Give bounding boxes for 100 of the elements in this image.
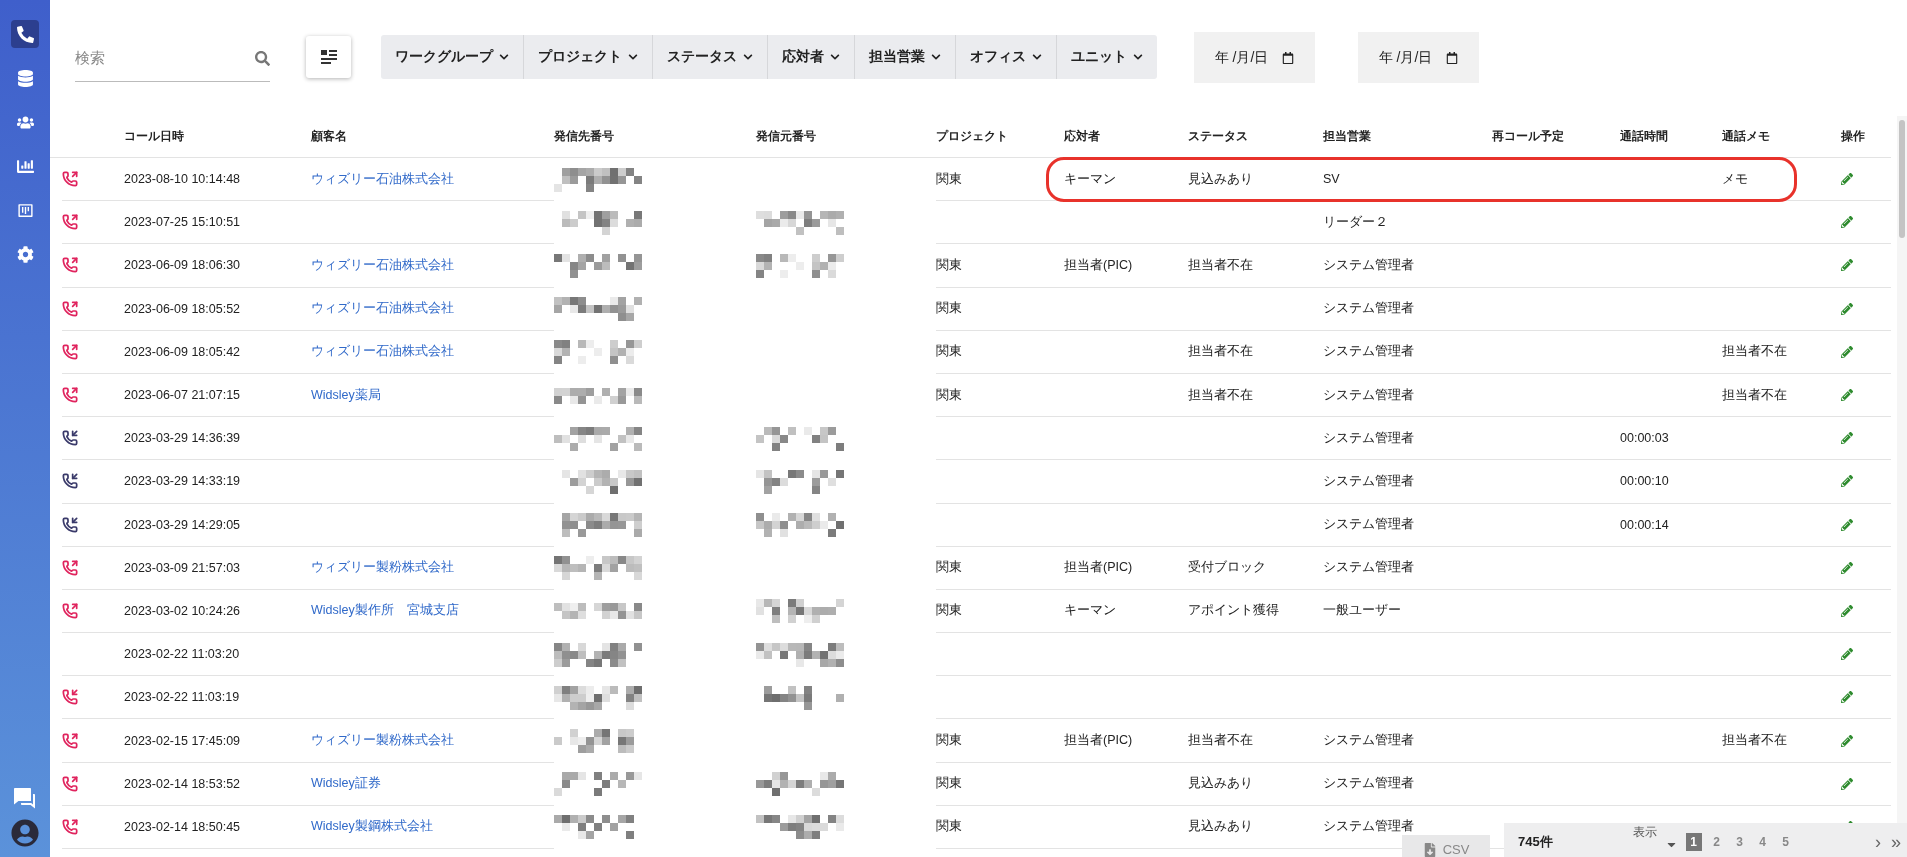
edit-button[interactable] — [1841, 648, 1853, 661]
cell-text: 関東 — [936, 818, 962, 836]
column-header: 応対者 — [1064, 129, 1101, 144]
chevron-down-icon — [628, 52, 638, 62]
calendar-icon — [1282, 51, 1295, 64]
help-chat-icon[interactable] — [13, 785, 37, 809]
cell-text: キーマン — [1064, 602, 1116, 620]
filter-dropdown[interactable]: ステータス — [653, 35, 768, 79]
cell-text: 2023-02-14 18:50:45 — [124, 819, 241, 834]
cell-text: 2023-07-25 15:10:51 — [124, 215, 241, 230]
edit-button[interactable] — [1841, 777, 1853, 790]
edit-button[interactable] — [1841, 216, 1853, 229]
customer-link[interactable]: ウィズリー製粉株式会社 — [311, 559, 454, 577]
edit-button[interactable] — [1841, 475, 1853, 488]
cell-text: 00:00:14 — [1620, 517, 1669, 532]
page-button[interactable]: 1 — [1685, 833, 1702, 851]
last-page-button[interactable]: » — [1891, 833, 1901, 851]
chevron-down-icon — [743, 52, 753, 62]
pencil-icon — [1841, 389, 1853, 402]
cell-text: 担当者不在 — [1188, 732, 1253, 750]
cell-text: 2023-06-07 21:07:15 — [124, 388, 241, 403]
column-header: 担当営業 — [1323, 129, 1372, 144]
cell-text: 2023-02-15 17:45:09 — [124, 733, 241, 748]
total-count: 745件 — [1518, 833, 1553, 851]
filter-dropdown[interactable]: プロジェクト — [524, 35, 653, 79]
next-page-button[interactable]: › — [1875, 833, 1881, 851]
customer-link[interactable]: Widsley製作所 宮城支店 — [311, 602, 459, 620]
edit-button[interactable] — [1841, 604, 1853, 617]
phone-icon — [16, 25, 34, 43]
nav-button[interactable] — [11, 20, 39, 48]
customer-link[interactable]: Widsley証券 — [311, 775, 381, 793]
cell-text: 2023-03-02 10:24:26 — [124, 603, 241, 618]
cell-text: 2023-06-09 18:06:30 — [124, 258, 241, 273]
pencil-icon — [1841, 345, 1853, 358]
edit-button[interactable] — [1841, 302, 1853, 315]
customer-link[interactable]: ウィズリー石油株式会社 — [311, 300, 454, 318]
search-field[interactable]: 検索 — [75, 36, 270, 82]
pencil-icon — [1841, 432, 1853, 445]
edit-button[interactable] — [1841, 518, 1853, 531]
column-header: 発信先番号 — [554, 129, 615, 144]
settings-icon — [16, 245, 34, 263]
filter-dropdown[interactable]: ユニット — [1057, 35, 1157, 79]
filter-dropdown[interactable]: ワークグループ — [381, 35, 524, 79]
board-icon — [16, 201, 34, 219]
edit-button[interactable] — [1841, 734, 1853, 747]
page-button[interactable]: 5 — [1777, 833, 1794, 851]
cell-text: 2023-08-10 10:14:48 — [124, 172, 241, 187]
page-button[interactable]: 3 — [1731, 833, 1748, 851]
chevron-down-icon — [499, 52, 509, 62]
pencil-icon — [1841, 561, 1853, 574]
pencil-icon — [1841, 604, 1853, 617]
filter-dropdown[interactable]: オフィス — [956, 35, 1057, 79]
date-placeholder: 年 /月/日 — [1214, 48, 1269, 67]
edit-button[interactable] — [1841, 345, 1853, 358]
cell-text: システム管理者 — [1323, 472, 1414, 490]
cell-text: 担当者不在 — [1722, 732, 1787, 750]
customer-link[interactable]: ウィズリー製粉株式会社 — [311, 732, 454, 750]
pencil-icon — [1841, 259, 1853, 272]
column-header: 再コール予定 — [1492, 129, 1565, 144]
cell-text: 担当者(PIC) — [1064, 732, 1133, 750]
column-header: 顧客名 — [311, 129, 348, 144]
cell-text: システム管理者 — [1323, 300, 1414, 318]
scrollbar[interactable] — [1897, 116, 1907, 823]
edit-button[interactable] — [1841, 691, 1853, 704]
customer-link[interactable]: Widsley薬局 — [311, 386, 381, 404]
list-view-button[interactable] — [306, 36, 351, 78]
edit-button[interactable] — [1841, 432, 1853, 445]
customer-link[interactable]: ウィズリー石油株式会社 — [311, 170, 454, 188]
pencil-icon — [1841, 518, 1853, 531]
page-button[interactable]: 4 — [1754, 833, 1771, 851]
date-field[interactable]: 年 /月/日 — [1358, 32, 1479, 83]
date-field[interactable]: 年 /月/日 — [1194, 32, 1315, 83]
edit-button[interactable] — [1841, 561, 1853, 574]
cell-text: 見込みあり — [1188, 170, 1253, 188]
edit-button[interactable] — [1841, 173, 1853, 186]
cell-text: システム管理者 — [1323, 343, 1414, 361]
customer-link[interactable]: Widsley製鋼株式会社 — [311, 818, 433, 836]
per-page-label: 表示 — [1632, 825, 1657, 840]
cell-text: 2023-02-14 18:53:52 — [124, 776, 241, 791]
edit-button[interactable] — [1841, 389, 1853, 402]
cell-text: 見込みあり — [1188, 775, 1253, 793]
column-header: 通話時間 — [1620, 129, 1669, 144]
filter-dropdown[interactable]: 担当営業 — [855, 35, 956, 79]
cell-text: システム管理者 — [1323, 256, 1414, 274]
cell-text: 担当者不在 — [1188, 386, 1253, 404]
customer-link[interactable]: ウィズリー石油株式会社 — [311, 256, 454, 274]
column-header: ステータス — [1188, 129, 1249, 144]
cell-text: 2023-06-09 18:05:52 — [124, 301, 241, 316]
cell-text: システム管理者 — [1323, 732, 1414, 750]
cell-text: 関東 — [936, 256, 962, 274]
csv-button[interactable]: CSV — [1402, 835, 1490, 857]
account-icon[interactable] — [11, 819, 39, 847]
cell-text: 2023-02-22 11:03:20 — [124, 647, 240, 662]
cell-text: 受付ブロック — [1188, 559, 1266, 577]
filter-dropdown[interactable]: 応対者 — [768, 35, 855, 79]
cell-text: 2023-03-29 14:36:39 — [124, 431, 241, 446]
edit-button[interactable] — [1841, 259, 1853, 272]
cell-text: 担当者(PIC) — [1064, 256, 1133, 274]
customer-link[interactable]: ウィズリー石油株式会社 — [311, 343, 454, 361]
page-button[interactable]: 2 — [1708, 833, 1725, 851]
